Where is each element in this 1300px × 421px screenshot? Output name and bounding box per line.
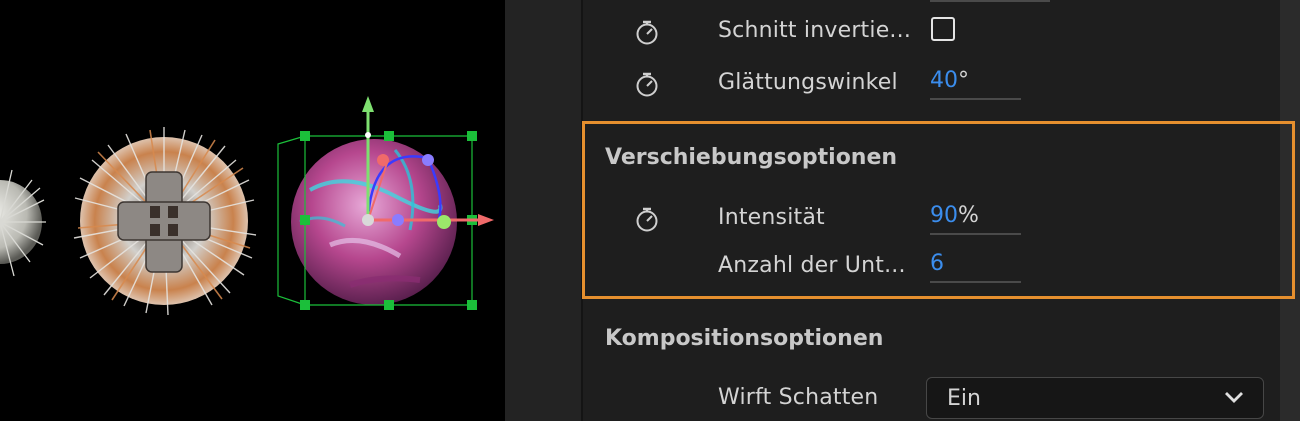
- viewport-canvas[interactable]: [0, 0, 505, 421]
- invert-cut-checkbox[interactable]: [931, 17, 955, 41]
- subdivision-count-value[interactable]: 6: [930, 251, 944, 276]
- panel-scrollbar[interactable]: [1280, 0, 1300, 421]
- casts-shadows-value: Ein: [947, 386, 981, 411]
- orange-spiky-sphere[interactable]: [73, 127, 257, 316]
- stopwatch-icon[interactable]: [633, 18, 661, 46]
- stopwatch-icon[interactable]: [633, 205, 661, 233]
- smoothing-angle-value[interactable]: 40: [930, 68, 958, 93]
- row-subdivision-count: Anzahl der Unt... 6: [581, 245, 1261, 285]
- row-smoothing-angle: Glättungswinkel 40°: [581, 62, 1261, 102]
- chevron-down-icon: [1225, 392, 1243, 403]
- subdivision-count-label: Anzahl der Unt...: [718, 253, 906, 278]
- stopwatch-icon[interactable]: [633, 70, 661, 98]
- viewport-panel-gap: [505, 0, 581, 421]
- properties-panel: Schnitt invertie... Glättungswinkel 40° …: [581, 0, 1300, 421]
- casts-shadows-dropdown[interactable]: Ein: [926, 377, 1264, 419]
- row-casts-shadows: Wirft Schatten Ein: [581, 377, 1264, 419]
- subdivision-count-field[interactable]: 6: [930, 251, 1021, 283]
- smoothing-angle-label: Glättungswinkel: [718, 70, 898, 95]
- white-spiky-sphere[interactable]: [0, 169, 46, 277]
- invert-cut-label: Schnitt invertie...: [718, 18, 912, 43]
- smoothing-angle-field[interactable]: 40°: [930, 68, 1021, 100]
- composition-options-heading[interactable]: Kompositionsoptionen: [605, 326, 883, 351]
- 3d-viewport[interactable]: [0, 0, 505, 421]
- row-invert-cut: Schnitt invertie...: [581, 10, 1261, 50]
- intensity-label: Intensität: [718, 205, 825, 230]
- smoothing-angle-unit: °: [958, 68, 969, 93]
- intensity-field[interactable]: 90%: [930, 203, 1021, 235]
- panel-divider: [581, 0, 583, 421]
- casts-shadows-label: Wirft Schatten: [718, 385, 879, 410]
- row-intensity: Intensität 90%: [581, 197, 1261, 237]
- displacement-options-heading[interactable]: Verschiebungsoptionen: [605, 145, 897, 170]
- intensity-unit: %: [958, 203, 979, 228]
- previous-value-field[interactable]: [930, 0, 1050, 2]
- intensity-value[interactable]: 90: [930, 203, 958, 228]
